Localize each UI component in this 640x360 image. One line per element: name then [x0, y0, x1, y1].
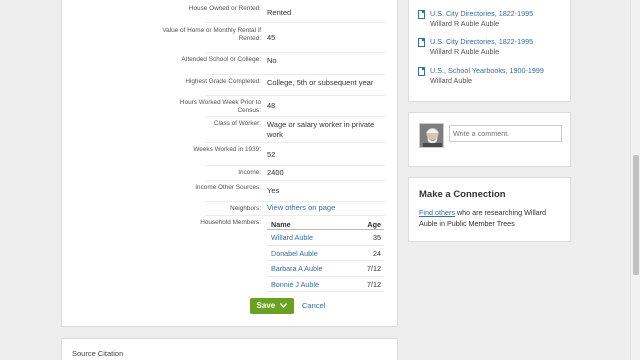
fact-value: 48 [267, 101, 276, 110]
save-button[interactable]: Save [250, 298, 294, 314]
fact-value: Wage or salary worker in private work [267, 120, 375, 139]
column-header-age: Age [367, 220, 381, 229]
fact-value: 52 [267, 150, 276, 159]
document-icon [418, 10, 425, 19]
member-age: 24 [373, 248, 381, 258]
record-detail-card: House Owned or Rented: Rented Value of H… [61, 0, 398, 327]
fact-value: College, 5th or subsequent year [267, 78, 374, 87]
member-name-link[interactable]: Bonnie J Auble [271, 280, 319, 289]
scrollbar-thumb[interactable] [633, 155, 639, 275]
fact-label: Income: [238, 169, 261, 176]
comment-input[interactable] [449, 125, 562, 142]
divider [205, 201, 385, 202]
source-citation-title[interactable]: Source Citation [72, 349, 123, 358]
cancel-link[interactable]: Cancel [302, 301, 325, 310]
save-label: Save [256, 301, 276, 310]
household-members-table: Name Age Willard Auble 35 Donabel Auble … [267, 218, 384, 292]
divider [205, 74, 385, 75]
divider [205, 180, 385, 181]
table-row: Donabel Auble 24 [267, 246, 384, 261]
find-others-link[interactable]: Find others [419, 208, 455, 217]
fact-label: Household Members: [200, 219, 261, 226]
chevron-down-icon [280, 303, 288, 309]
fact-value: 45 [267, 33, 276, 42]
user-photo-icon [420, 124, 443, 147]
document-icon [418, 38, 425, 47]
fact-label: Value of Home or Monthly Rental if Rente… [162, 27, 261, 42]
make-connection-title: Make a Connection [419, 189, 506, 200]
fact-value: Rented [267, 8, 292, 17]
fact-label: Weeks Worked in 1939: [193, 146, 261, 153]
fact-label: Highest Grade Completed: [185, 78, 261, 85]
divider [205, 116, 385, 117]
fact-value: Yes [267, 186, 280, 195]
member-age: 7/12 [367, 264, 381, 273]
table-header: Name Age [267, 218, 384, 230]
fact-label: Hours Worked Week Prior to Census: [179, 99, 261, 114]
divider [205, 165, 385, 166]
divider [205, 215, 385, 216]
member-age: 35 [373, 233, 381, 242]
fact-label: Attended School or College: [181, 56, 261, 63]
divider [205, 142, 385, 143]
document-icon [418, 67, 425, 76]
fact-label: Income Other Sources: [195, 184, 261, 191]
view-neighbors-link[interactable]: View others on page [267, 203, 387, 213]
related-record-title[interactable]: U.S. City Directories, 1822-1995 [430, 9, 533, 20]
table-row: Bonnie J Auble 7/12 [267, 277, 384, 292]
make-connection-card: Make a Connection Find others who are re… [408, 177, 571, 242]
avatar [419, 123, 444, 148]
fact-label: Neighbors: [230, 205, 261, 212]
related-record-person: Willard Auble [430, 76, 472, 85]
member-name-link[interactable]: Donabel Auble [271, 249, 318, 258]
divider [205, 52, 385, 53]
comment-card [408, 112, 571, 167]
column-header-name: Name [271, 220, 291, 229]
fact-label: House Owned or Rented: [188, 5, 261, 12]
divider [205, 22, 385, 23]
related-record-person: Willard R Auble Auble [430, 19, 500, 28]
member-name-link[interactable]: Barbara A Auble [271, 264, 323, 273]
fact-value: 2400 [267, 168, 284, 177]
page-scrollbar[interactable] [630, 0, 640, 360]
divider [205, 95, 385, 96]
related-records-card: U.S. City Directories, 1822-1995 Willard… [408, 0, 571, 102]
member-age: 7/12 [367, 279, 381, 289]
table-row: Barbara A Auble 7/12 [267, 261, 384, 277]
table-row: Willard Auble 35 [267, 230, 384, 246]
member-name-link[interactable]: Willard Auble [271, 233, 313, 242]
related-record-title[interactable]: U.S. City Directories, 1822-1995 [430, 37, 533, 48]
fact-label: Class of Worker: [213, 120, 261, 127]
make-connection-text: Find others who are researching Willard … [419, 207, 564, 229]
fact-value: No [267, 56, 277, 65]
source-citation-card: Source Citation [61, 338, 398, 360]
related-record-title[interactable]: U.S., School Yearbooks, 1900-1999 [430, 66, 544, 77]
related-record-person: Willard R Auble Auble [430, 47, 500, 56]
